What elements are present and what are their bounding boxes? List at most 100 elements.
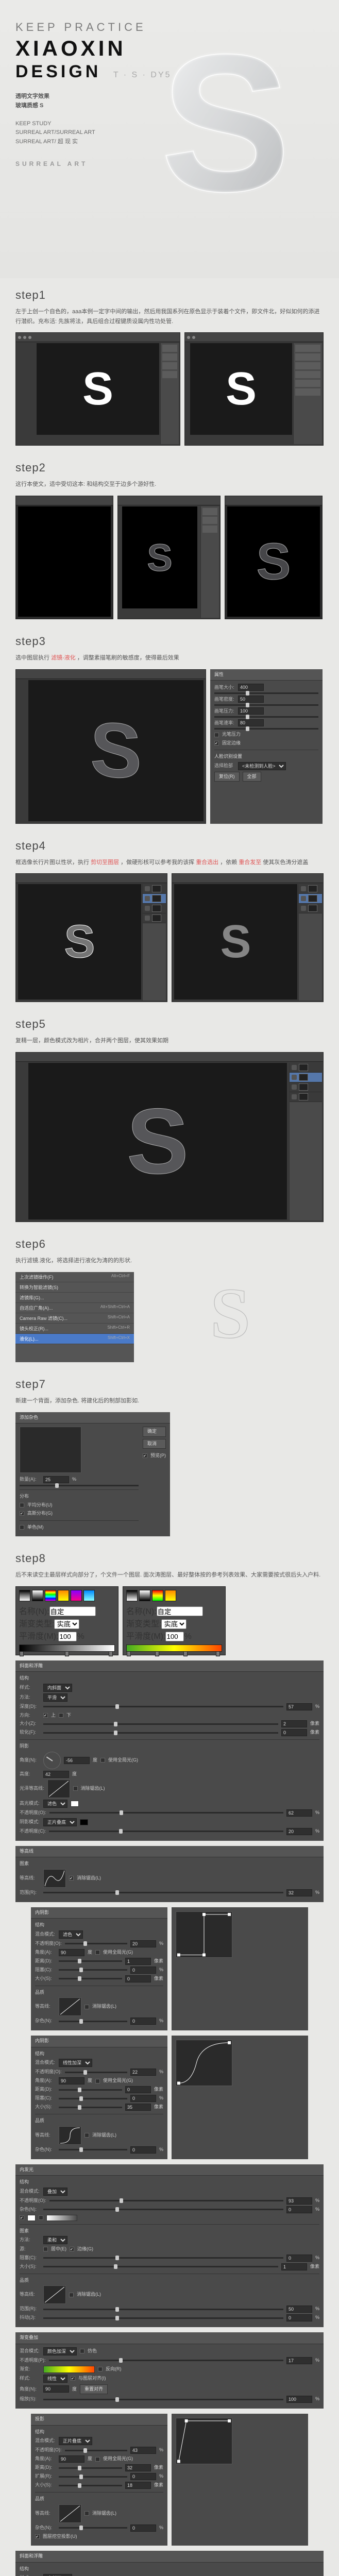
dither-checkbox[interactable] — [80, 2349, 84, 2353]
op-input[interactable] — [130, 1940, 156, 1947]
src-center-radio[interactable] — [43, 2247, 48, 2251]
angle-dial[interactable] — [43, 1752, 61, 1769]
aa-checkbox[interactable] — [84, 2133, 89, 2138]
hlop-slider[interactable] — [49, 1812, 283, 1814]
range-input[interactable] — [286, 1889, 312, 1896]
menu-item-liquify[interactable]: 液化(L)...Shift+Ctrl+X — [15, 1334, 134, 1344]
choke-input[interactable] — [130, 1967, 156, 1974]
menu-item[interactable]: 自适应广角(A)...Alt+Shift+Ctrl+A — [15, 1303, 134, 1313]
blend-select[interactable]: 线性加深 — [59, 2059, 92, 2067]
size-input[interactable] — [125, 2104, 151, 2111]
aa-checkbox[interactable] — [73, 1786, 78, 1791]
size-input[interactable] — [281, 1720, 307, 1727]
noise-slider[interactable] — [59, 2149, 127, 2150]
contour-picker[interactable] — [43, 1869, 66, 1888]
pin-edges-checkbox[interactable] — [214, 741, 219, 745]
depth-slider[interactable] — [43, 1706, 283, 1707]
range-slider[interactable] — [43, 2309, 283, 2310]
sop-slider[interactable] — [49, 1831, 283, 1832]
global-checkbox[interactable] — [95, 2457, 100, 2462]
grad-swatch[interactable] — [71, 1590, 82, 1601]
grad-swatch[interactable] — [58, 1590, 69, 1601]
scale-input[interactable] — [286, 2396, 312, 2403]
face-select[interactable]: <未检测到人脸> — [238, 762, 286, 770]
brush-rate-input[interactable] — [238, 719, 264, 726]
contour-picker[interactable] — [43, 2285, 66, 2304]
aa-checkbox[interactable] — [69, 1876, 74, 1880]
uniform-radio[interactable] — [20, 1503, 24, 1507]
brush-rate-slider[interactable] — [214, 728, 318, 730]
gloss-contour[interactable] — [47, 1780, 70, 1798]
type-select[interactable]: 实底 — [161, 1619, 187, 1629]
size-input[interactable] — [125, 1975, 151, 1982]
global-light-checkbox[interactable] — [100, 1758, 105, 1762]
spread-slider[interactable] — [59, 2476, 127, 2478]
angle-input[interactable] — [59, 2455, 84, 2463]
glow-grad-swatch[interactable] — [46, 2215, 77, 2221]
dist-input[interactable] — [125, 2464, 151, 2471]
gaussian-radio[interactable] — [20, 1511, 24, 1516]
sop-input[interactable] — [286, 1828, 312, 1835]
style-select[interactable]: 内斜面 — [43, 2574, 72, 2576]
aa-checkbox[interactable] — [84, 2511, 89, 2516]
name-input[interactable] — [157, 1606, 203, 1616]
brush-pressure-input[interactable] — [238, 707, 264, 715]
grad-radio[interactable] — [39, 2215, 43, 2220]
size-slider[interactable] — [59, 2107, 122, 2108]
blend-select[interactable]: 叠加 — [43, 2188, 67, 2196]
noise-slider[interactable] — [59, 2527, 127, 2529]
brush-density-input[interactable] — [238, 696, 264, 703]
all-button[interactable]: 全部 — [243, 772, 261, 782]
brush-size-slider[interactable] — [214, 692, 318, 694]
menu-item[interactable]: Camera Raw 滤镜(C)...Shift+Ctrl+A — [15, 1313, 134, 1324]
range-input[interactable] — [286, 2306, 312, 2313]
reverse-checkbox[interactable] — [98, 2367, 103, 2371]
range-slider[interactable] — [43, 1892, 283, 1893]
curve-editor[interactable] — [176, 2418, 232, 2464]
angle-input[interactable] — [59, 2077, 84, 2084]
angle-input[interactable] — [64, 1757, 90, 1764]
choke-slider[interactable] — [43, 2257, 283, 2259]
altitude-input[interactable] — [43, 1771, 69, 1778]
grad-swatch[interactable] — [139, 1590, 150, 1601]
jitter-slider[interactable] — [43, 2317, 283, 2319]
op-slider[interactable] — [49, 2200, 283, 2201]
tech-select[interactable]: 柔和 — [43, 2236, 67, 2244]
dir-down-radio[interactable] — [59, 1713, 63, 1718]
grad-swatch[interactable] — [45, 1590, 56, 1601]
noise-input[interactable] — [130, 2146, 156, 2154]
size-slider[interactable] — [43, 2266, 278, 2267]
op-slider[interactable] — [49, 2360, 283, 2361]
choke-input[interactable] — [130, 2095, 156, 2102]
choke-slider[interactable] — [59, 2098, 127, 2099]
brush-density-slider[interactable] — [214, 704, 318, 706]
op-input[interactable] — [286, 2357, 312, 2364]
contour-picker[interactable] — [59, 2504, 81, 2523]
smooth-input[interactable] — [165, 1632, 184, 1641]
blend-select[interactable]: 颜色加深 — [43, 2347, 77, 2355]
noise-input[interactable] — [286, 2206, 312, 2213]
curve-editor[interactable] — [176, 2040, 232, 2086]
noise-slider[interactable] — [59, 2021, 127, 2022]
angle-input[interactable] — [43, 2385, 69, 2393]
depth-input[interactable] — [286, 1703, 312, 1710]
global-checkbox[interactable] — [95, 1950, 100, 1955]
dir-up-radio[interactable] — [43, 1713, 48, 1718]
brush-size-input[interactable] — [238, 684, 264, 691]
style-select[interactable]: 线性 — [43, 2375, 67, 2383]
size-slider[interactable] — [59, 2485, 122, 2486]
curve-editor[interactable] — [176, 1911, 232, 1958]
hlop-input[interactable] — [286, 1809, 312, 1817]
size-input[interactable] — [125, 2482, 151, 2489]
smode-select[interactable]: 正片叠底 — [43, 1818, 77, 1826]
grad-swatch[interactable] — [152, 1590, 163, 1601]
op-input[interactable] — [286, 2197, 312, 2205]
dist-input[interactable] — [125, 2086, 151, 2093]
ok-button[interactable]: 确定 — [143, 1427, 166, 1437]
dist-slider[interactable] — [59, 2089, 122, 2091]
noise-input[interactable] — [130, 2524, 156, 2532]
grad-swatch[interactable] — [83, 1590, 95, 1601]
choke-slider[interactable] — [59, 1969, 127, 1971]
choke-input[interactable] — [286, 2255, 312, 2262]
scale-slider[interactable] — [43, 2399, 283, 2400]
